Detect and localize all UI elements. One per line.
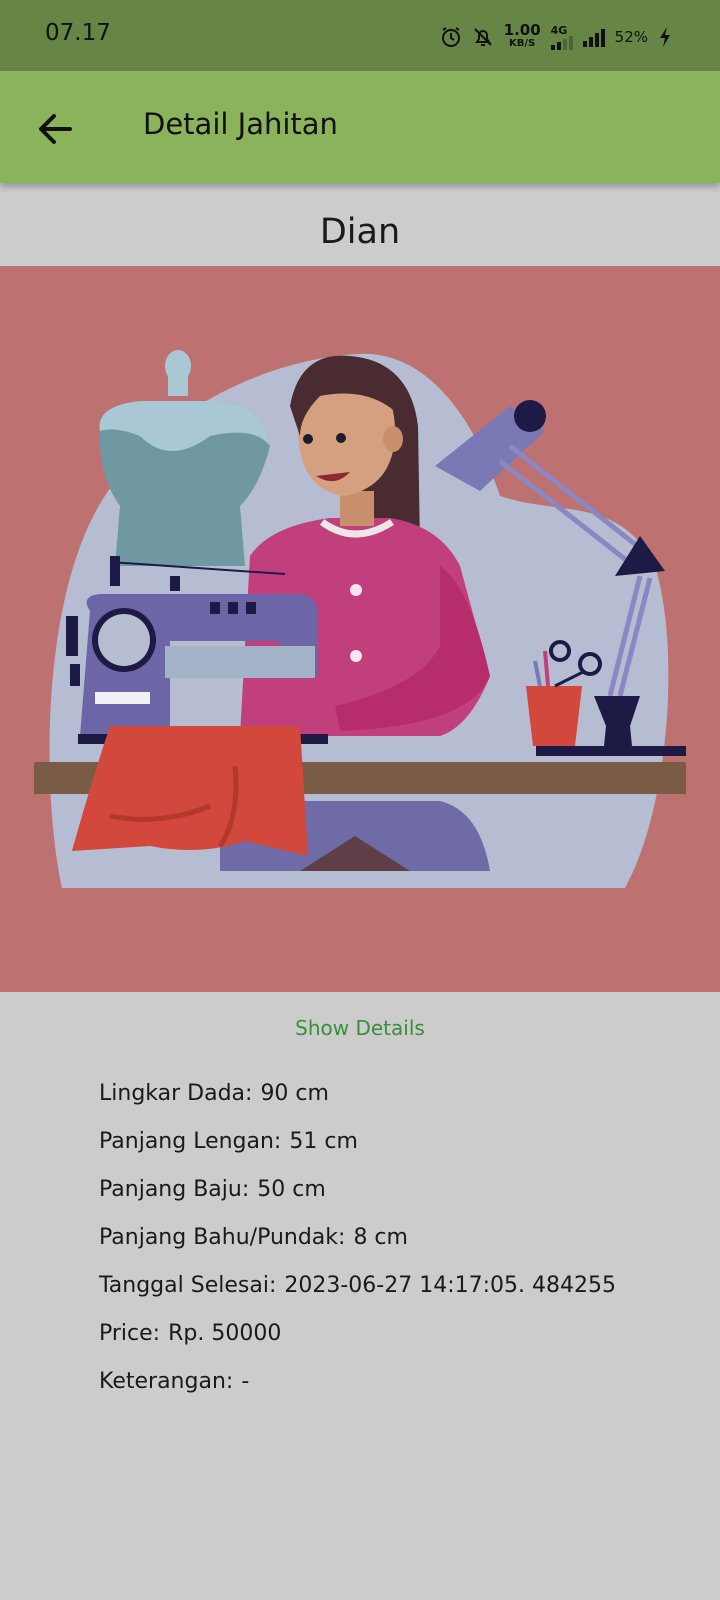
lightning-icon: [660, 27, 670, 47]
tailor-illustration: [0, 266, 720, 992]
signal-bars-icon-2: [582, 27, 605, 47]
detail-value: 50 cm: [257, 1177, 326, 1202]
status-time: 07.17: [45, 20, 111, 46]
page-title: Detail Jahitan: [143, 107, 338, 141]
detail-value: 51 cm: [289, 1129, 358, 1154]
detail-value: -: [241, 1369, 250, 1394]
detail-value: 8 cm: [353, 1225, 408, 1250]
detail-label: Panjang Lengan:: [99, 1129, 282, 1154]
status-bar: 07.17 1.00 KB/S 4G 52%: [0, 0, 720, 71]
detail-value: Rp. 50000: [168, 1321, 282, 1346]
network-speed-unit: KB/S: [509, 38, 536, 49]
detail-row-keterangan: Keterangan: -: [99, 1366, 616, 1414]
status-icons: 1.00 KB/S 4G 52%: [440, 22, 672, 52]
detail-row-panjang-lengan: Panjang Lengan: 51 cm: [99, 1126, 616, 1174]
customer-name: Dian: [319, 212, 401, 252]
show-details-button[interactable]: Show Details: [0, 1016, 720, 1040]
bell-off-icon: [473, 28, 492, 46]
detail-label: Keterangan:: [99, 1369, 234, 1394]
network-type: 4G: [550, 23, 573, 50]
arrow-left-icon: [39, 114, 72, 144]
detail-row-panjang-bahu: Panjang Bahu/Pundak: 8 cm: [99, 1222, 616, 1270]
detail-row-panjang-baju: Panjang Baju: 50 cm: [99, 1174, 616, 1222]
network-speed: 1.00 KB/S: [503, 21, 541, 50]
app-bar: Detail Jahitan: [0, 71, 720, 183]
network-speed-value: 1.00: [503, 21, 541, 39]
detail-value: 2023-06-27 14:17:05. 484255: [284, 1273, 616, 1298]
detail-value: 90 cm: [260, 1081, 329, 1106]
signal-bars-icon: [550, 35, 573, 50]
detail-label: Panjang Bahu/Pundak:: [99, 1225, 346, 1250]
back-button[interactable]: [34, 107, 78, 151]
tailor-illustration-image: [34, 350, 686, 889]
detail-label: Price:: [99, 1321, 161, 1346]
network-type-label: 4G: [550, 23, 568, 37]
detail-row-price: Price: Rp. 50000: [99, 1318, 616, 1366]
detail-row-tanggal-selesai: Tanggal Selesai: 2023-06-27 14:17:05. 484…: [99, 1270, 616, 1318]
battery-level: 52%: [614, 28, 648, 46]
detail-label: Panjang Baju:: [99, 1177, 250, 1202]
detail-label: Lingkar Dada:: [99, 1081, 253, 1106]
alarm-icon: [441, 27, 460, 47]
detail-label: Tanggal Selesai:: [99, 1273, 277, 1298]
measurement-details: Lingkar Dada: 90 cm Panjang Lengan: 51 cm …: [99, 1078, 616, 1414]
detail-row-lingkar-dada: Lingkar Dada: 90 cm: [99, 1078, 616, 1126]
